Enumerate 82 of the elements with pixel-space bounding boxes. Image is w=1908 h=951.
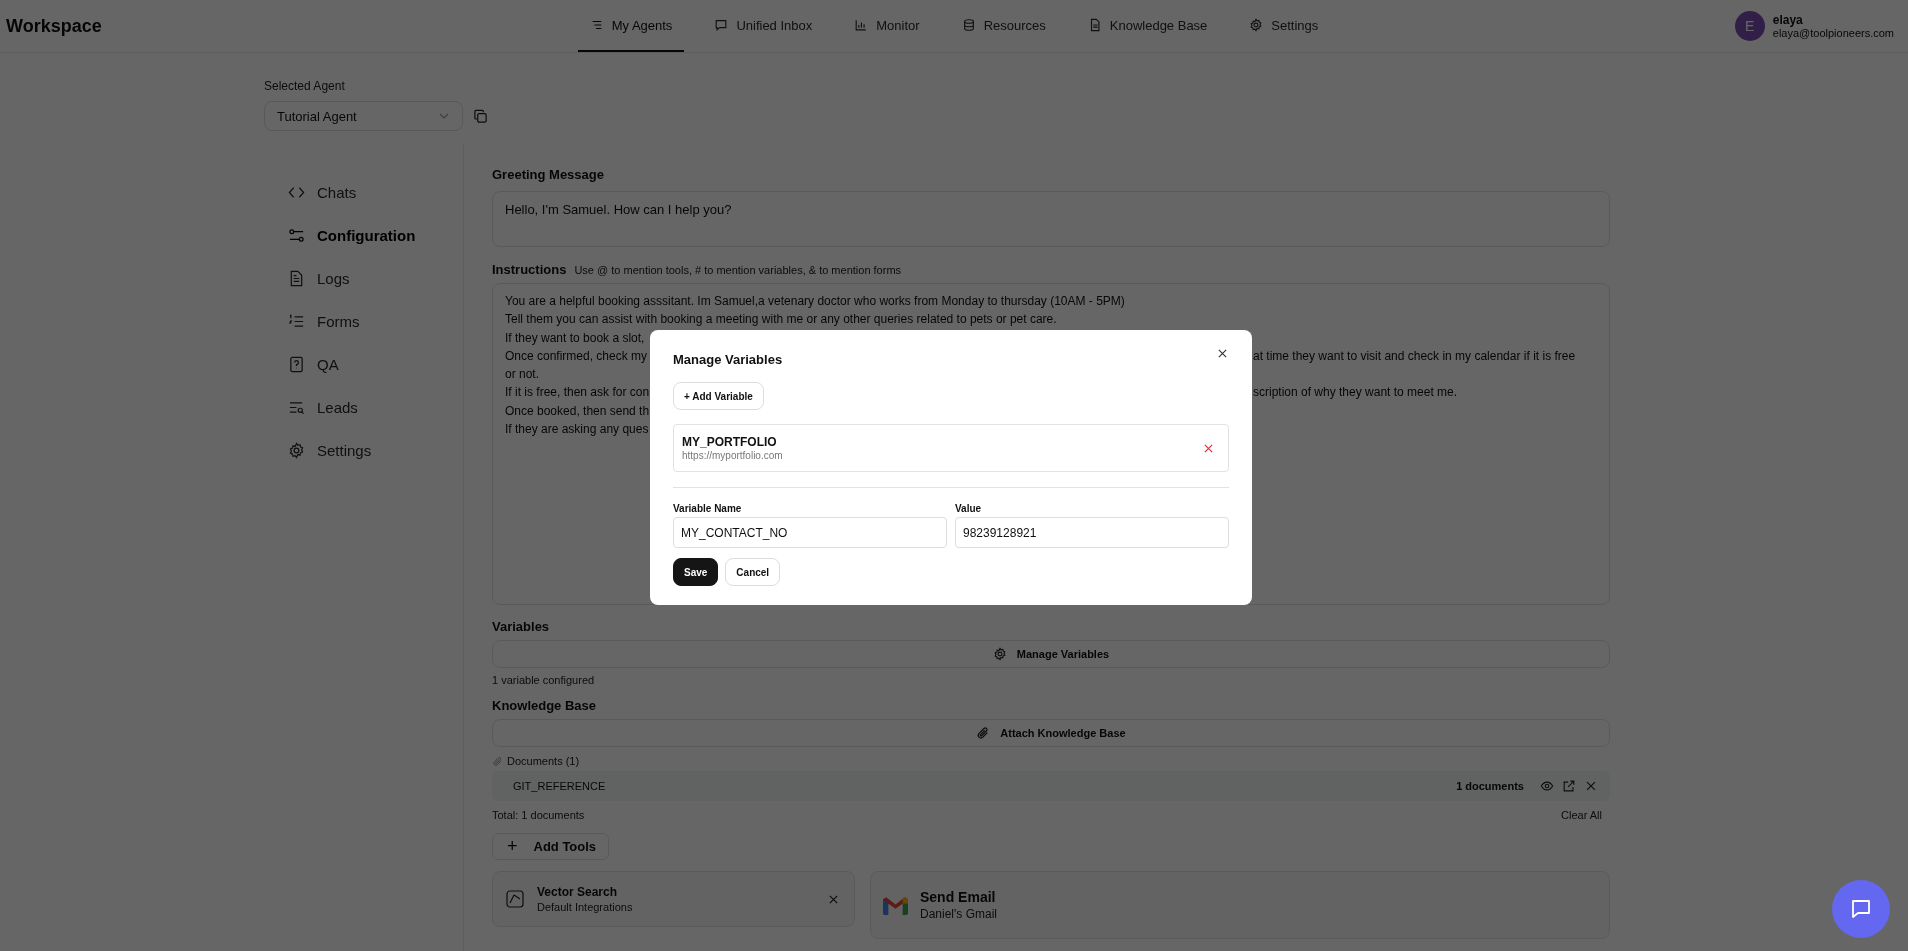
external-link-icon[interactable] <box>1562 779 1576 793</box>
tool-subtitle: Daniel's Gmail <box>920 907 997 921</box>
settings-icon <box>1249 18 1264 32</box>
agent-dropdown[interactable]: Tutorial Agent <box>264 101 463 131</box>
nav-tab[interactable]: My Agents <box>577 0 685 52</box>
nav-tab[interactable]: Settings <box>1237 0 1331 52</box>
clear-all-button[interactable]: Clear All <box>1561 809 1610 821</box>
instruction-text: Once booked, then send th <box>505 402 650 420</box>
field-label: Selected Agent <box>264 79 346 93</box>
tool-name: Send Email <box>920 889 996 905</box>
chat-button[interactable] <box>1832 880 1890 938</box>
tool-card[interactable]: Send Email Daniel's Gmail <box>870 871 1610 939</box>
tool-subtitle: Default Integrations <box>537 901 633 913</box>
nav-tab[interactable]: Unified Inbox <box>702 0 825 52</box>
instruction-text: You are a helpful booking asssitant. Im Samuel,a vetenary doctor who works from Monday to thursday (10AM - 5PM) <box>505 293 1125 310</box>
document-row[interactable]: GIT_REFERENCE 1 documents <box>492 771 1610 801</box>
tool-name: Vector Search <box>537 885 618 899</box>
instruction-text: If they are asking any ques <box>505 421 649 439</box>
user-email: elaya@toolpioneers.com <box>1772 27 1894 39</box>
manage-variables-button[interactable]: Manage Variables <box>492 640 1610 668</box>
nav-tab[interactable]: Monitor <box>842 0 932 52</box>
list-search-icon <box>288 399 305 416</box>
close-icon[interactable] <box>1216 347 1229 360</box>
instruction-text: Once confirmed, check my <box>505 347 648 365</box>
hint-text: Use @ to mention tools, # to mention variables, & to mention forms <box>574 264 902 276</box>
sidebar-item[interactable]: Configuration <box>264 214 416 257</box>
variable-name-input[interactable]: MY_CONTACT_NO <box>673 517 947 548</box>
tool-card[interactable]: Vector Search Default Integrations <box>492 871 855 927</box>
sidebar-item[interactable]: Forms <box>264 300 360 343</box>
document-count: 1 documents <box>1456 780 1524 792</box>
sliders-icon <box>288 227 305 244</box>
paperclip-icon <box>976 726 991 740</box>
chat-icon <box>1849 897 1873 921</box>
question-icon <box>288 356 305 373</box>
save-button[interactable]: Save <box>673 558 719 586</box>
user-name: elaya <box>1772 13 1804 27</box>
section-label: Instructions <box>492 262 567 277</box>
instruction-text: If they want to book a slot, <box>505 329 645 347</box>
sidebar-item[interactable]: Settings <box>264 429 372 472</box>
instruction-text: If it is free, then ask for con <box>505 384 650 402</box>
variable-value-input[interactable]: 98239128921 <box>955 517 1229 548</box>
add-tools-button[interactable]: + Add Tools <box>492 833 610 860</box>
greeting-field[interactable]: Hello, I'm Samuel. How can I help you? <box>492 191 1610 247</box>
section-label: Knowledge Base <box>492 698 598 713</box>
document-name: GIT_REFERENCE <box>513 780 607 792</box>
instruction-text: at time they want to visit and check in my calendar if it is free <box>1253 347 1576 365</box>
settings-icon <box>992 647 1007 661</box>
user-avatar[interactable]: E <box>1734 11 1765 41</box>
instruction-text: Tell them you can assist with booking a meeting with me or any other queries related to pets or pet care. <box>505 311 1057 329</box>
document-icon <box>288 270 305 287</box>
add-variable-button[interactable]: + Add Variable <box>673 382 764 410</box>
attach-knowledge-base-button[interactable]: Attach Knowledge Base <box>492 719 1610 747</box>
bar-chart-icon <box>854 18 869 32</box>
workspace-logo: Workspace <box>5 15 102 37</box>
instruction-text: or not. <box>505 366 540 384</box>
sidebar-item[interactable]: QA <box>264 343 339 386</box>
field-label: Variable Name <box>673 503 742 514</box>
nav-tab[interactable]: Knowledge Base <box>1075 0 1220 52</box>
paperclip-icon <box>492 755 503 767</box>
section-label: Variables <box>492 619 551 634</box>
eye-icon[interactable] <box>1540 779 1554 793</box>
instruction-text: scription of why they want to meet me. <box>1253 384 1458 402</box>
vector-search-icon <box>505 889 525 909</box>
database-icon <box>961 18 976 32</box>
chat-icon <box>714 18 729 32</box>
cancel-button[interactable]: Cancel <box>725 558 781 586</box>
numbered-list-icon <box>288 313 305 330</box>
dialog-title: Manage Variables <box>673 352 783 367</box>
mail-logo-icon <box>883 895 908 915</box>
field-label: Value <box>955 503 982 514</box>
sidebar-item[interactable]: Logs <box>264 257 350 300</box>
sidebar-item[interactable]: Leads <box>264 386 358 429</box>
section-label: Greeting Message <box>492 167 605 182</box>
copy-icon[interactable] <box>473 108 488 124</box>
variable-count-text: 1 variable configured <box>492 674 595 686</box>
nav-tab[interactable]: Resources <box>949 0 1058 52</box>
settings-icon <box>288 442 305 459</box>
documents-label: Documents (1) <box>507 755 580 767</box>
documents-total-text: Total: 1 documents <box>492 809 585 821</box>
sidebar-item[interactable]: Chats <box>264 171 357 214</box>
variable-value: https://myportfolio.com <box>682 450 783 461</box>
variable-name: MY_PORTFOLIO <box>682 435 777 449</box>
